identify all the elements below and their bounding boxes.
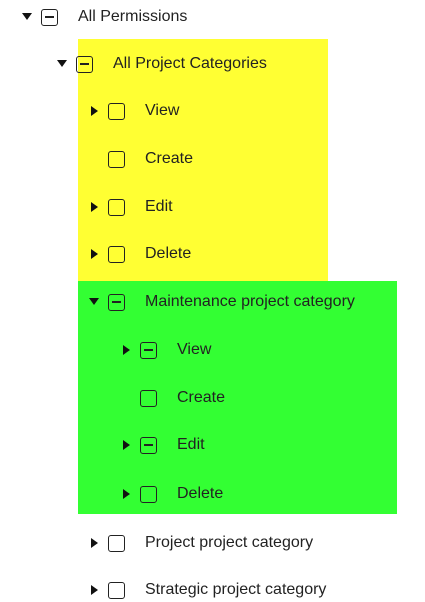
checkbox-edit[interactable] bbox=[140, 436, 157, 454]
tree-node-label: Edit bbox=[145, 198, 173, 215]
caret-right-icon[interactable] bbox=[89, 99, 100, 123]
tree-node-project-category[interactable]: Project project category bbox=[89, 531, 313, 555]
caret-down-icon[interactable] bbox=[89, 290, 100, 314]
checkbox-view[interactable] bbox=[108, 102, 125, 120]
tree-node-label: Edit bbox=[177, 436, 205, 453]
tree-node-label: View bbox=[145, 102, 180, 119]
tree-node-maintenance-delete[interactable]: Delete bbox=[121, 482, 223, 506]
checkbox-create[interactable] bbox=[140, 389, 157, 407]
tree-node-label: Delete bbox=[177, 485, 224, 502]
caret-down-icon[interactable] bbox=[57, 52, 68, 76]
checkbox-delete[interactable] bbox=[140, 485, 157, 503]
checkbox-project-category[interactable] bbox=[108, 534, 125, 552]
caret-right-icon[interactable] bbox=[89, 531, 100, 555]
tree-node-all-categories-view[interactable]: View bbox=[89, 99, 179, 123]
tree-node-label: Strategic project category bbox=[145, 581, 327, 598]
tree-node-label: Maintenance project category bbox=[145, 293, 355, 310]
tree-node-all-categories-edit[interactable]: Edit bbox=[89, 195, 173, 219]
tree-node-maintenance-create[interactable]: Create bbox=[121, 386, 225, 410]
tree-node-label: All Permissions bbox=[78, 8, 188, 25]
tree-node-maintenance-category[interactable]: Maintenance project category bbox=[89, 290, 355, 314]
tree-node-all-categories-delete[interactable]: Delete bbox=[89, 242, 191, 266]
caret-right-icon[interactable] bbox=[89, 242, 100, 266]
caret-right-icon[interactable] bbox=[89, 578, 100, 602]
tree-node-maintenance-edit[interactable]: Edit bbox=[121, 433, 205, 457]
tree-node-label: Create bbox=[145, 150, 194, 167]
checkbox-create[interactable] bbox=[108, 150, 125, 168]
tree-node-all-categories-create[interactable]: Create bbox=[89, 147, 193, 171]
caret-right-icon[interactable] bbox=[121, 338, 132, 362]
caret-right-icon[interactable] bbox=[89, 195, 100, 219]
checkbox-delete[interactable] bbox=[108, 245, 125, 263]
caret-right-icon[interactable] bbox=[121, 482, 132, 506]
tree-node-strategic-category[interactable]: Strategic project category bbox=[89, 578, 326, 602]
tree-node-label: Delete bbox=[145, 245, 192, 262]
checkbox-all-permissions[interactable] bbox=[41, 8, 58, 26]
tree-node-all-project-categories[interactable]: All Project Categories bbox=[57, 52, 267, 76]
caret-down-icon[interactable] bbox=[22, 5, 33, 29]
checkbox-maintenance-category[interactable] bbox=[108, 293, 125, 311]
checkbox-strategic-category[interactable] bbox=[108, 581, 125, 599]
tree-node-label: Create bbox=[177, 389, 226, 406]
tree-node-label: View bbox=[177, 341, 212, 358]
tree-node-label: All Project Categories bbox=[113, 55, 267, 72]
checkbox-all-project-categories[interactable] bbox=[76, 55, 93, 73]
tree-node-label: Project project category bbox=[145, 534, 314, 551]
caret-right-icon[interactable] bbox=[121, 433, 132, 457]
checkbox-edit[interactable] bbox=[108, 198, 125, 216]
tree-node-all-permissions[interactable]: All Permissions bbox=[22, 5, 187, 29]
checkbox-view[interactable] bbox=[140, 341, 157, 359]
tree-node-maintenance-view[interactable]: View bbox=[121, 338, 211, 362]
